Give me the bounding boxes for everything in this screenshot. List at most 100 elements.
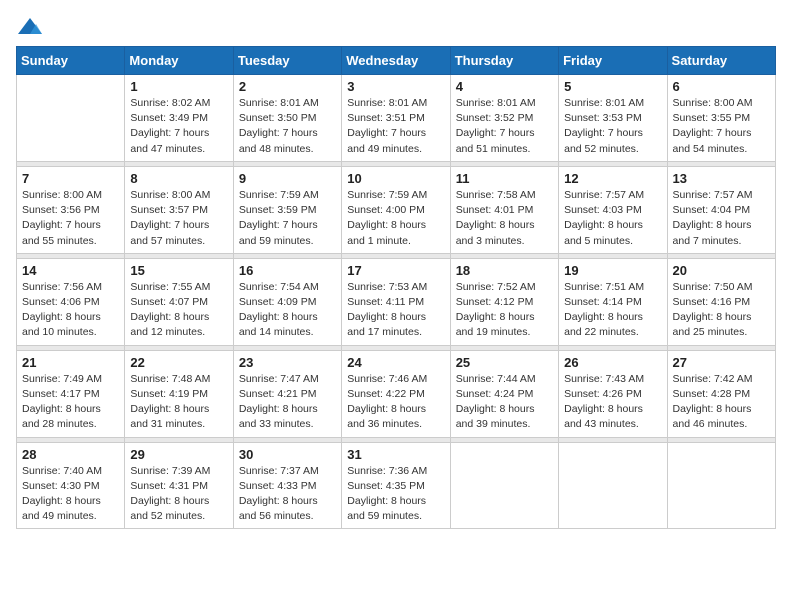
- cell-day-number: 25: [456, 355, 553, 370]
- cell-info: Sunrise: 7:59 AM Sunset: 3:59 PM Dayligh…: [239, 188, 336, 249]
- cell-info: Sunrise: 7:46 AM Sunset: 4:22 PM Dayligh…: [347, 372, 444, 433]
- cell-day-number: 3: [347, 79, 444, 94]
- cell-day-number: 23: [239, 355, 336, 370]
- cell-info: Sunrise: 7:56 AM Sunset: 4:06 PM Dayligh…: [22, 280, 119, 341]
- cell-day-number: 5: [564, 79, 661, 94]
- calendar-cell: 27 Sunrise: 7:42 AM Sunset: 4:28 PM Dayli…: [667, 350, 775, 437]
- cell-info: Sunrise: 7:42 AM Sunset: 4:28 PM Dayligh…: [673, 372, 770, 433]
- cell-info: Sunrise: 7:57 AM Sunset: 4:04 PM Dayligh…: [673, 188, 770, 249]
- cell-day-number: 7: [22, 171, 119, 186]
- cell-day-number: 15: [130, 263, 227, 278]
- days-header-row: SundayMondayTuesdayWednesdayThursdayFrid…: [17, 47, 776, 75]
- calendar-cell: 20 Sunrise: 7:50 AM Sunset: 4:16 PM Dayli…: [667, 258, 775, 345]
- cell-day-number: 24: [347, 355, 444, 370]
- week-row-4: 21 Sunrise: 7:49 AM Sunset: 4:17 PM Dayli…: [17, 350, 776, 437]
- cell-day-number: 17: [347, 263, 444, 278]
- calendar-cell: 22 Sunrise: 7:48 AM Sunset: 4:19 PM Dayli…: [125, 350, 233, 437]
- cell-info: Sunrise: 8:01 AM Sunset: 3:53 PM Dayligh…: [564, 96, 661, 157]
- page-header: [16, 16, 776, 38]
- day-header-saturday: Saturday: [667, 47, 775, 75]
- cell-info: Sunrise: 7:36 AM Sunset: 4:35 PM Dayligh…: [347, 464, 444, 525]
- cell-info: Sunrise: 7:54 AM Sunset: 4:09 PM Dayligh…: [239, 280, 336, 341]
- calendar-cell: 3 Sunrise: 8:01 AM Sunset: 3:51 PM Daylig…: [342, 75, 450, 162]
- cell-day-number: 20: [673, 263, 770, 278]
- calendar-cell: 9 Sunrise: 7:59 AM Sunset: 3:59 PM Daylig…: [233, 166, 341, 253]
- cell-info: Sunrise: 7:48 AM Sunset: 4:19 PM Dayligh…: [130, 372, 227, 433]
- week-row-1: 1 Sunrise: 8:02 AM Sunset: 3:49 PM Daylig…: [17, 75, 776, 162]
- calendar-cell: 12 Sunrise: 7:57 AM Sunset: 4:03 PM Dayli…: [559, 166, 667, 253]
- calendar-cell: 17Sunrise: 7:53 AM Sunset: 4:11 PM Dayli…: [342, 258, 450, 345]
- calendar-cell: 8 Sunrise: 8:00 AM Sunset: 3:57 PM Daylig…: [125, 166, 233, 253]
- cell-info: Sunrise: 7:51 AM Sunset: 4:14 PM Dayligh…: [564, 280, 661, 341]
- cell-info: Sunrise: 7:50 AM Sunset: 4:16 PM Dayligh…: [673, 280, 770, 341]
- cell-info: Sunrise: 8:00 AM Sunset: 3:57 PM Dayligh…: [130, 188, 227, 249]
- calendar-cell: 19 Sunrise: 7:51 AM Sunset: 4:14 PM Dayli…: [559, 258, 667, 345]
- cell-info: Sunrise: 7:55 AM Sunset: 4:07 PM Dayligh…: [130, 280, 227, 341]
- cell-day-number: 27: [673, 355, 770, 370]
- calendar-table: SundayMondayTuesdayWednesdayThursdayFrid…: [16, 46, 776, 529]
- week-row-3: 14Sunrise: 7:56 AM Sunset: 4:06 PM Dayli…: [17, 258, 776, 345]
- calendar-cell: 31 Sunrise: 7:36 AM Sunset: 4:35 PM Dayli…: [342, 442, 450, 529]
- cell-day-number: 11: [456, 171, 553, 186]
- day-header-friday: Friday: [559, 47, 667, 75]
- cell-day-number: 2: [239, 79, 336, 94]
- cell-info: Sunrise: 7:43 AM Sunset: 4:26 PM Dayligh…: [564, 372, 661, 433]
- cell-day-number: 19: [564, 263, 661, 278]
- calendar-cell: 24 Sunrise: 7:46 AM Sunset: 4:22 PM Dayli…: [342, 350, 450, 437]
- cell-day-number: 31: [347, 447, 444, 462]
- calendar-cell: 11 Sunrise: 7:58 AM Sunset: 4:01 PM Dayli…: [450, 166, 558, 253]
- calendar-body: 1 Sunrise: 8:02 AM Sunset: 3:49 PM Daylig…: [17, 75, 776, 529]
- day-header-tuesday: Tuesday: [233, 47, 341, 75]
- calendar-cell: [559, 442, 667, 529]
- cell-info: Sunrise: 7:58 AM Sunset: 4:01 PM Dayligh…: [456, 188, 553, 249]
- cell-day-number: 21: [22, 355, 119, 370]
- cell-info: Sunrise: 8:01 AM Sunset: 3:52 PM Dayligh…: [456, 96, 553, 157]
- cell-day-number: 13: [673, 171, 770, 186]
- cell-day-number: 26: [564, 355, 661, 370]
- calendar-cell: 13 Sunrise: 7:57 AM Sunset: 4:04 PM Dayli…: [667, 166, 775, 253]
- calendar-cell: 10Sunrise: 7:59 AM Sunset: 4:00 PM Dayli…: [342, 166, 450, 253]
- cell-day-number: 8: [130, 171, 227, 186]
- calendar-cell: 15 Sunrise: 7:55 AM Sunset: 4:07 PM Dayli…: [125, 258, 233, 345]
- calendar-cell: 18 Sunrise: 7:52 AM Sunset: 4:12 PM Dayli…: [450, 258, 558, 345]
- cell-day-number: 4: [456, 79, 553, 94]
- cell-day-number: 9: [239, 171, 336, 186]
- day-header-wednesday: Wednesday: [342, 47, 450, 75]
- cell-day-number: 12: [564, 171, 661, 186]
- day-header-monday: Monday: [125, 47, 233, 75]
- cell-day-number: 1: [130, 79, 227, 94]
- calendar-cell: 30 Sunrise: 7:37 AM Sunset: 4:33 PM Dayli…: [233, 442, 341, 529]
- cell-info: Sunrise: 7:49 AM Sunset: 4:17 PM Dayligh…: [22, 372, 119, 433]
- logo-icon: [16, 16, 44, 38]
- cell-info: Sunrise: 7:57 AM Sunset: 4:03 PM Dayligh…: [564, 188, 661, 249]
- cell-info: Sunrise: 7:59 AM Sunset: 4:00 PM Dayligh…: [347, 188, 444, 249]
- calendar-cell: 29Sunrise: 7:39 AM Sunset: 4:31 PM Dayli…: [125, 442, 233, 529]
- cell-day-number: 18: [456, 263, 553, 278]
- day-header-sunday: Sunday: [17, 47, 125, 75]
- cell-info: Sunrise: 7:39 AM Sunset: 4:31 PM Dayligh…: [130, 464, 227, 525]
- calendar-cell: 14Sunrise: 7:56 AM Sunset: 4:06 PM Dayli…: [17, 258, 125, 345]
- calendar-cell: [17, 75, 125, 162]
- cell-day-number: 30: [239, 447, 336, 462]
- cell-info: Sunrise: 8:01 AM Sunset: 3:51 PM Dayligh…: [347, 96, 444, 157]
- calendar-cell: 1 Sunrise: 8:02 AM Sunset: 3:49 PM Daylig…: [125, 75, 233, 162]
- cell-info: Sunrise: 8:00 AM Sunset: 3:55 PM Dayligh…: [673, 96, 770, 157]
- calendar-cell: [667, 442, 775, 529]
- calendar-cell: 21 Sunrise: 7:49 AM Sunset: 4:17 PM Dayli…: [17, 350, 125, 437]
- cell-info: Sunrise: 8:02 AM Sunset: 3:49 PM Dayligh…: [130, 96, 227, 157]
- cell-info: Sunrise: 7:47 AM Sunset: 4:21 PM Dayligh…: [239, 372, 336, 433]
- cell-info: Sunrise: 7:40 AM Sunset: 4:30 PM Dayligh…: [22, 464, 119, 525]
- calendar-cell: 2Sunrise: 8:01 AM Sunset: 3:50 PM Daylig…: [233, 75, 341, 162]
- calendar-cell: [450, 442, 558, 529]
- day-header-thursday: Thursday: [450, 47, 558, 75]
- cell-info: Sunrise: 7:37 AM Sunset: 4:33 PM Dayligh…: [239, 464, 336, 525]
- cell-day-number: 28: [22, 447, 119, 462]
- calendar-cell: 6 Sunrise: 8:00 AM Sunset: 3:55 PM Daylig…: [667, 75, 775, 162]
- calendar-cell: 7Sunrise: 8:00 AM Sunset: 3:56 PM Daylig…: [17, 166, 125, 253]
- cell-info: Sunrise: 7:52 AM Sunset: 4:12 PM Dayligh…: [456, 280, 553, 341]
- week-row-5: 28 Sunrise: 7:40 AM Sunset: 4:30 PM Dayli…: [17, 442, 776, 529]
- calendar-cell: 23 Sunrise: 7:47 AM Sunset: 4:21 PM Dayli…: [233, 350, 341, 437]
- cell-day-number: 6: [673, 79, 770, 94]
- cell-day-number: 22: [130, 355, 227, 370]
- cell-day-number: 16: [239, 263, 336, 278]
